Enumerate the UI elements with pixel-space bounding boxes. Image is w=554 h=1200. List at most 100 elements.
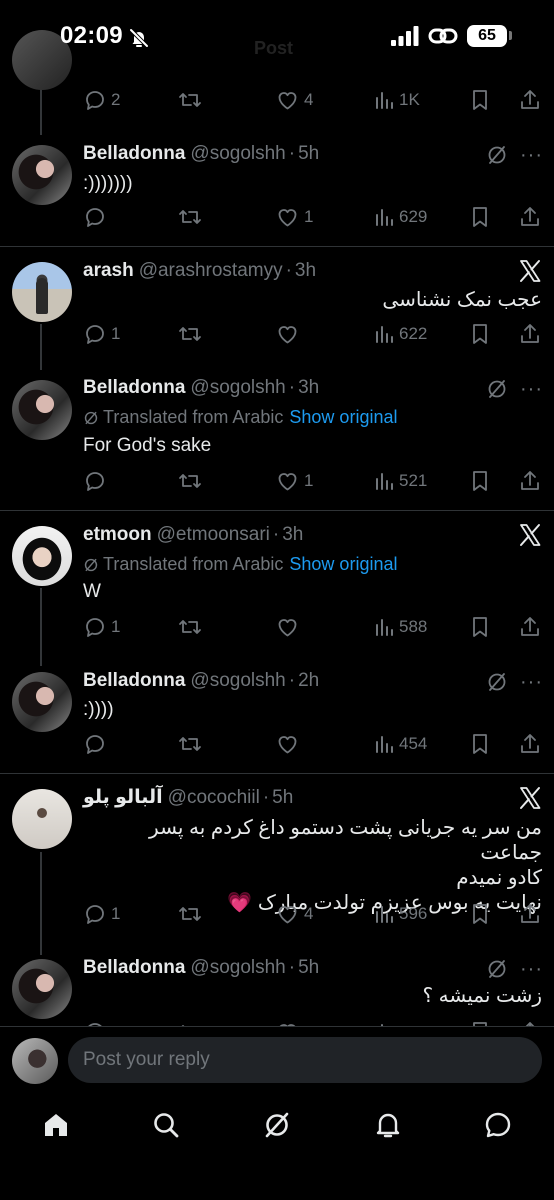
tweet-text: For God's sake xyxy=(83,435,212,456)
retweet-button[interactable] xyxy=(177,86,203,114)
reply-button[interactable]: 2 xyxy=(83,86,120,114)
messages-icon[interactable] xyxy=(483,1110,513,1140)
notifications-icon[interactable] xyxy=(373,1110,403,1140)
views-button[interactable]: 521 xyxy=(373,467,427,495)
tweet-actions: 1 622 xyxy=(0,320,554,348)
retweet-button[interactable] xyxy=(177,320,203,348)
share-button[interactable] xyxy=(518,320,542,348)
reply-button[interactable] xyxy=(83,467,107,495)
battery-level: 65 xyxy=(467,25,507,47)
bookmark-button[interactable] xyxy=(469,613,491,641)
bookmark-icon xyxy=(473,207,487,227)
like-button[interactable] xyxy=(275,730,300,758)
like-button[interactable] xyxy=(275,320,300,348)
share-button[interactable] xyxy=(518,203,542,231)
display-name[interactable]: arash xyxy=(83,260,134,281)
reply-bar: Post your reply xyxy=(0,1026,554,1096)
views-button[interactable]: 622 xyxy=(373,320,427,348)
avatar[interactable] xyxy=(12,526,72,586)
user-handle[interactable]: @sogolshh xyxy=(190,377,285,398)
home-icon[interactable] xyxy=(41,1110,71,1140)
user-handle[interactable]: @etmoonsari xyxy=(157,524,270,545)
share-button[interactable] xyxy=(518,1018,542,1026)
avatar[interactable] xyxy=(12,262,72,322)
views-count: 622 xyxy=(399,324,428,343)
bookmark-button[interactable] xyxy=(469,320,491,348)
like-button[interactable]: 4 xyxy=(275,86,313,114)
show-original-link[interactable]: Show original xyxy=(289,407,397,427)
reply-button[interactable] xyxy=(83,1018,107,1026)
grok-icon[interactable] xyxy=(486,671,508,693)
retweet-button[interactable] xyxy=(177,1018,203,1026)
reply-button[interactable] xyxy=(83,203,107,231)
like-button[interactable]: 4 xyxy=(275,900,313,928)
avatar[interactable] xyxy=(12,789,72,849)
avatar[interactable] xyxy=(12,959,72,1019)
user-handle[interactable]: @sogolshh xyxy=(190,670,285,691)
display-name[interactable]: Belladonna xyxy=(83,143,185,164)
avatar[interactable] xyxy=(12,145,72,205)
tweet-text: W xyxy=(83,581,101,602)
grok-icon[interactable] xyxy=(486,144,508,166)
views-button[interactable]: 454 xyxy=(373,730,427,758)
share-button[interactable] xyxy=(518,730,542,758)
more-options-icon[interactable]: ··· xyxy=(520,672,542,694)
views-count: 521 xyxy=(399,471,428,490)
more-options-icon[interactable]: ··· xyxy=(520,379,542,401)
avatar[interactable] xyxy=(12,672,72,732)
signal-icon xyxy=(391,26,419,46)
share-button[interactable] xyxy=(518,467,542,495)
like-button[interactable]: 1 xyxy=(275,203,313,231)
retweet-button[interactable] xyxy=(177,203,203,231)
share-button[interactable] xyxy=(518,86,542,114)
show-original-link[interactable]: Show original xyxy=(289,554,397,574)
views-icon xyxy=(376,209,393,226)
user-handle[interactable]: @arashrostamyy xyxy=(139,260,283,281)
retweet-button[interactable] xyxy=(177,730,203,758)
share-icon xyxy=(521,617,539,636)
share-button[interactable] xyxy=(518,900,542,928)
reply-button[interactable]: 1 xyxy=(83,613,120,641)
display-name[interactable]: Belladonna xyxy=(83,377,185,398)
views-button[interactable]: 596 xyxy=(373,900,427,928)
views-button[interactable]: 588 xyxy=(373,613,427,641)
my-avatar[interactable] xyxy=(12,1038,58,1084)
display-name[interactable]: Belladonna xyxy=(83,670,185,691)
bookmark-button[interactable] xyxy=(469,900,491,928)
views-button[interactable] xyxy=(373,1018,395,1026)
display-name[interactable]: etmoon xyxy=(83,524,152,545)
share-button[interactable] xyxy=(518,613,542,641)
reply-button[interactable]: 1 xyxy=(83,320,120,348)
views-button[interactable]: 1K xyxy=(373,86,420,114)
retweet-button[interactable] xyxy=(177,467,203,495)
bookmark-button[interactable] xyxy=(469,86,491,114)
like-button[interactable]: 1 xyxy=(275,467,313,495)
search-icon[interactable] xyxy=(151,1110,181,1140)
user-handle[interactable]: @sogolshh xyxy=(190,143,285,164)
user-handle[interactable]: @cocochiil xyxy=(168,787,260,808)
bookmark-button[interactable] xyxy=(469,467,491,495)
reply-button[interactable]: 1 xyxy=(83,900,120,928)
conversation-feed[interactable]: 2 4 1K Belladonna @sogolshh · 5h ··· :)))))… xyxy=(0,0,554,1026)
bookmark-button[interactable] xyxy=(469,203,491,231)
avatar[interactable] xyxy=(12,380,72,440)
grok-icon[interactable] xyxy=(262,1110,292,1140)
like-button[interactable] xyxy=(275,613,300,641)
reply-button[interactable] xyxy=(83,730,107,758)
reply-count: 1 xyxy=(111,324,121,343)
grok-icon[interactable] xyxy=(486,378,508,400)
like-button[interactable] xyxy=(275,1018,300,1026)
user-handle[interactable]: @sogolshh xyxy=(190,957,285,978)
hotspot-link-icon xyxy=(428,28,458,44)
reply-input[interactable]: Post your reply xyxy=(68,1037,542,1083)
display-name[interactable]: آلبالو پلو xyxy=(83,787,163,808)
grok-icon[interactable] xyxy=(486,958,508,980)
retweet-button[interactable] xyxy=(177,613,203,641)
retweet-button[interactable] xyxy=(177,900,203,928)
bookmark-button[interactable] xyxy=(469,730,491,758)
display-name[interactable]: Belladonna xyxy=(83,957,185,978)
bookmark-button[interactable] xyxy=(469,1018,491,1026)
more-options-icon[interactable]: ··· xyxy=(520,145,542,167)
more-options-icon[interactable]: ··· xyxy=(520,959,542,981)
views-button[interactable]: 629 xyxy=(373,203,427,231)
